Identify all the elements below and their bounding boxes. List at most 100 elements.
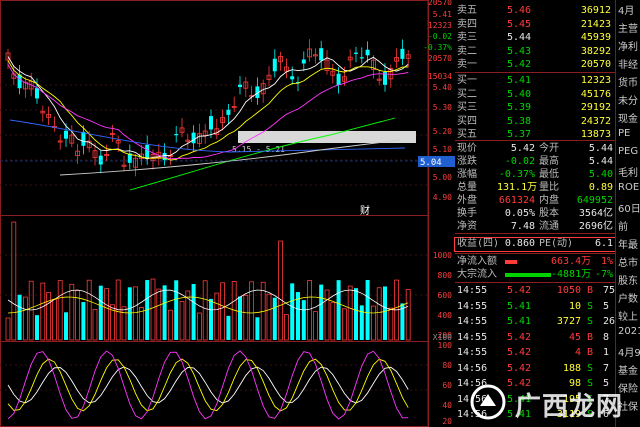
ask-label: 卖二 — [457, 45, 477, 57]
volume-bar — [388, 307, 394, 341]
volume-bar — [312, 311, 318, 341]
f10-side-item[interactable]: 货币 — [618, 74, 638, 89]
price-axis-label: 5.41 — [433, 10, 452, 19]
tick-volume: 4 — [574, 347, 581, 358]
candle-body — [64, 130, 68, 139]
price-axis-label: 5.20 — [433, 127, 452, 136]
volume-bar — [156, 288, 162, 341]
f10-side-item[interactable]: 前 — [618, 218, 628, 233]
quote-label: 净资 — [457, 221, 477, 232]
f10-side-item[interactable]: 未分 — [618, 92, 638, 107]
ask-row: 卖三 5.44 45939 — [455, 32, 615, 44]
quote-row: 换手 0.05% 股本 3564亿 — [455, 208, 615, 220]
fund-flow-label: 大宗流入 — [457, 269, 497, 280]
f10-side-item[interactable]: 主营 — [618, 20, 638, 35]
fund-flow-label: 净流入额 — [457, 256, 497, 267]
fund-flow-value: 663.4万 — [551, 256, 592, 267]
bid-price: 5.38 — [507, 115, 532, 127]
quote-label-2: 最低 — [539, 169, 559, 180]
quote-row: 净资 7.48 流通 2696亿 — [455, 221, 615, 233]
f10-side-item[interactable]: 净利 — [618, 38, 638, 53]
finance-event-marker[interactable]: 财 — [360, 204, 370, 217]
tick-side: S — [587, 362, 594, 374]
price-axis-label: 20570 — [428, 0, 452, 7]
volume-bar — [104, 288, 109, 341]
indicator-axis-label: 80 — [442, 361, 452, 370]
current-price-tag-text: 5.04 — [420, 158, 442, 168]
ask-price: 5.45 — [507, 18, 532, 30]
tick-volume: 10 — [568, 300, 581, 312]
volume-bar — [266, 293, 272, 341]
tick-price: 5.41 — [507, 316, 532, 327]
f10-side-item[interactable]: PE — [618, 128, 630, 139]
f10-side-item[interactable]: 基金 — [618, 362, 638, 377]
quote-row: 涨幅 -0.37% 最低 5.40 — [455, 169, 615, 181]
stock-chart[interactable]: 5.15 - 5.21 5.04 财 205705.4112323-0.02-0… — [0, 0, 455, 427]
tick-time: 14:56 — [457, 362, 488, 374]
volume-bar — [150, 278, 156, 341]
ask-volume: 38292 — [580, 45, 611, 57]
price-axis-label: 12323 — [428, 21, 452, 30]
candle-body — [209, 116, 213, 130]
ask-volume: 45939 — [580, 32, 611, 43]
bid-row: 买一 5.41 12323 — [455, 75, 615, 87]
tick-time: 14:55 — [457, 316, 488, 327]
candle-body — [290, 76, 295, 80]
candlesticks — [5, 39, 411, 177]
bid-volume: 45176 — [580, 88, 611, 100]
volume-bar — [162, 285, 167, 340]
candle-body — [319, 48, 324, 61]
f10-side-item[interactable]: 总市 — [618, 254, 638, 269]
f10-side-item[interactable]: 60日 — [618, 200, 640, 215]
bid-label: 买四 — [457, 115, 477, 127]
ask-label: 卖三 — [457, 32, 477, 43]
volume-bar — [22, 296, 28, 341]
f10-side-item[interactable]: 4月9 — [618, 344, 640, 359]
ask-row: 卖二 5.43 38292 — [455, 46, 615, 58]
tick-count: 1 — [603, 347, 610, 358]
tick-volume: 3727 — [556, 316, 581, 327]
indicator-line-2 — [7, 350, 409, 420]
indicator-axis-label: 60 — [442, 381, 452, 390]
volume-bar — [255, 317, 260, 340]
f10-side-item[interactable]: 股东 — [618, 272, 638, 287]
tick-volume: 45 — [568, 331, 581, 343]
tick-side: S — [587, 300, 594, 312]
fund-flow-value: -4881万 — [551, 269, 592, 280]
f10-side-item[interactable]: 现金 — [618, 110, 638, 125]
volume-bar — [191, 283, 196, 340]
candle-body — [272, 58, 277, 72]
f10-side-panel[interactable]: 4月主营净利非经货币未分现金 PE PEG 毛利 ROE 60日前年最总市股东户数较上 20… — [615, 0, 640, 427]
bid-row: 买三 5.39 29192 — [455, 102, 615, 114]
f10-side-item[interactable]: 毛利 — [618, 164, 638, 179]
f10-side-item[interactable]: 较上 — [618, 308, 638, 323]
tick-row: 14:55 5.42 1050 B 75 — [455, 285, 615, 297]
tick-row: 14:55 5.41 10 S 5 — [455, 301, 615, 313]
f10-side-item[interactable]: ROE — [618, 182, 639, 193]
price-axis-label: 15034 — [428, 72, 452, 81]
candle-body — [238, 84, 242, 88]
quote-value-2: 0.89 — [588, 182, 613, 193]
bid-price: 5.41 — [507, 75, 532, 86]
volume-bar — [5, 317, 11, 341]
tick-row: 14:55 5.41 3727 S 26 — [455, 316, 615, 328]
f10-side-item[interactable]: 2021 — [618, 326, 640, 337]
f10-side-item[interactable]: 年最 — [618, 236, 638, 251]
volume-bar — [209, 298, 213, 340]
f10-side-item[interactable]: 4月 — [618, 2, 634, 17]
tick-volume: 1050 — [556, 285, 581, 296]
volume-bar — [341, 308, 347, 341]
ask-label: 卖四 — [457, 18, 477, 30]
price-axis-label: -0.02 — [428, 32, 452, 41]
pe-label: PE(动) — [539, 238, 574, 249]
f10-side-item[interactable]: PEG — [618, 146, 638, 157]
volume-axis-label: 600 — [438, 291, 453, 300]
volume-bar — [278, 240, 284, 341]
price-axis-label: 20570 — [428, 54, 452, 63]
f10-side-item[interactable]: 户数 — [618, 290, 638, 305]
tick-time: 14:55 — [457, 300, 488, 312]
fund-flow-pct: 1% — [600, 256, 613, 267]
pe-value: 6.1 — [594, 238, 613, 249]
quote-value: -0.37% — [498, 169, 535, 180]
f10-side-item[interactable]: 非经 — [618, 56, 638, 71]
